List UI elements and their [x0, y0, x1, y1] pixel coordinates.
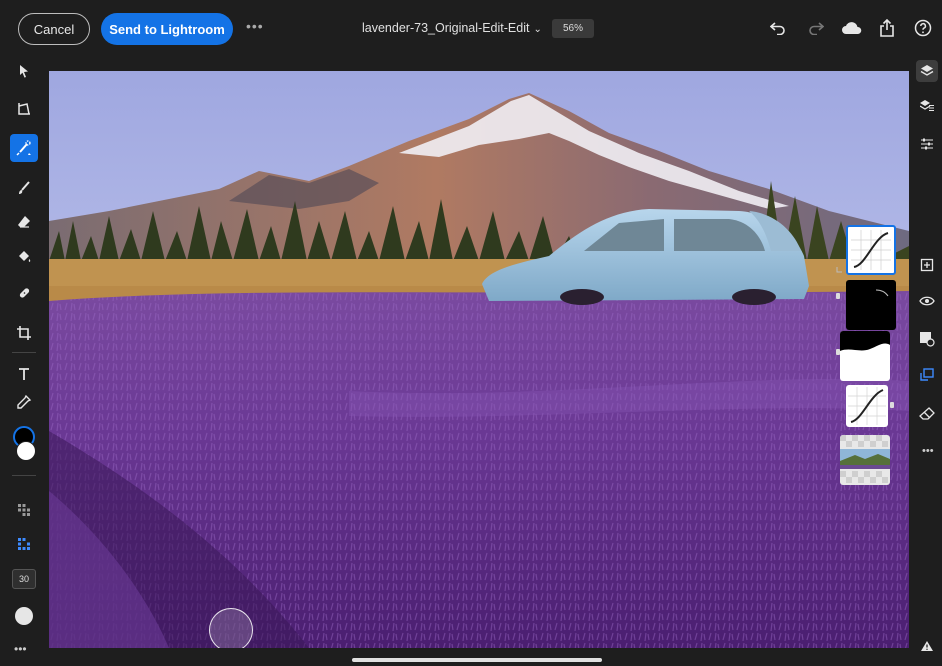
cancel-button[interactable]: Cancel: [18, 13, 90, 45]
help-icon[interactable]: [912, 17, 934, 39]
healing-tool-icon[interactable]: [10, 279, 38, 307]
more-tools-button[interactable]: •••: [14, 642, 27, 656]
top-bar: Cancel Send to Lightroom ••• lavender-73…: [0, 0, 942, 57]
visibility-eye-icon[interactable]: [916, 290, 938, 312]
document-title-text: lavender-73_Original-Edit-Edit: [362, 21, 530, 35]
layers-icon[interactable]: [916, 60, 938, 82]
cloud-icon[interactable]: [841, 17, 863, 39]
selection-grid-icon[interactable]: [10, 530, 38, 558]
undo-icon[interactable]: [767, 17, 789, 39]
more-options-button[interactable]: •••: [246, 18, 264, 34]
clipping-indicator-icon: [836, 261, 844, 273]
layers-thumbnail-panel: [836, 225, 896, 495]
send-to-lightroom-button[interactable]: Send to Lightroom: [101, 13, 233, 45]
layer-thumb-background-photo[interactable]: [840, 435, 890, 485]
move-tool-icon[interactable]: [10, 57, 38, 85]
more-layer-options-button[interactable]: •••: [922, 445, 934, 457]
left-toolbar: 30 •••: [0, 57, 48, 666]
clipping-mask-icon[interactable]: [916, 364, 938, 386]
crop-tool-icon[interactable]: [10, 319, 38, 347]
redo-icon[interactable]: [805, 17, 827, 39]
type-tool-icon[interactable]: [10, 360, 38, 388]
add-layer-icon[interactable]: [916, 254, 938, 276]
layer-mask-icon[interactable]: [916, 328, 938, 350]
layer-expand-handle[interactable]: [890, 402, 894, 408]
brush-tool-icon[interactable]: [10, 174, 38, 202]
background-color-swatch[interactable]: [16, 441, 36, 461]
brush-cursor: [209, 608, 253, 648]
layer-thumb-white-mask[interactable]: [840, 331, 890, 381]
eyedropper-tool-icon[interactable]: [10, 388, 38, 416]
transform-tool-icon[interactable]: [10, 95, 38, 123]
chevron-down-icon: ⌄: [533, 24, 542, 35]
toolbar-divider: [12, 475, 36, 476]
document-canvas[interactable]: [49, 71, 909, 648]
layer-expand-handle[interactable]: [836, 349, 840, 355]
brush-hardness-icon[interactable]: [15, 607, 33, 625]
layer-expand-handle[interactable]: [836, 293, 840, 299]
quick-selection-tool-icon[interactable]: [10, 134, 38, 162]
document-title[interactable]: lavender-73_Original-Edit-Edit ⌄: [362, 21, 542, 35]
share-icon[interactable]: [876, 17, 898, 39]
fill-tool-icon[interactable]: [10, 243, 38, 271]
toolbar-divider: [12, 352, 36, 353]
right-toolbar: •••: [912, 57, 942, 666]
warning-icon[interactable]: [916, 635, 938, 657]
lavender-field-photo: [49, 71, 909, 648]
layer-properties-icon[interactable]: [916, 95, 938, 117]
layer-thumb-mask[interactable]: [846, 280, 896, 330]
eraser-layer-icon[interactable]: [916, 403, 938, 425]
brush-size-field[interactable]: 30: [12, 569, 36, 589]
layer-thumb-curves-2[interactable]: [846, 385, 888, 427]
home-indicator: [352, 658, 602, 662]
layer-pixels-icon[interactable]: [10, 496, 38, 524]
adjustments-sliders-icon[interactable]: [916, 133, 938, 155]
layer-thumb-curves-adjustment[interactable]: [846, 225, 896, 275]
zoom-level-badge[interactable]: 56%: [552, 19, 594, 38]
eraser-tool-icon[interactable]: [10, 208, 38, 236]
